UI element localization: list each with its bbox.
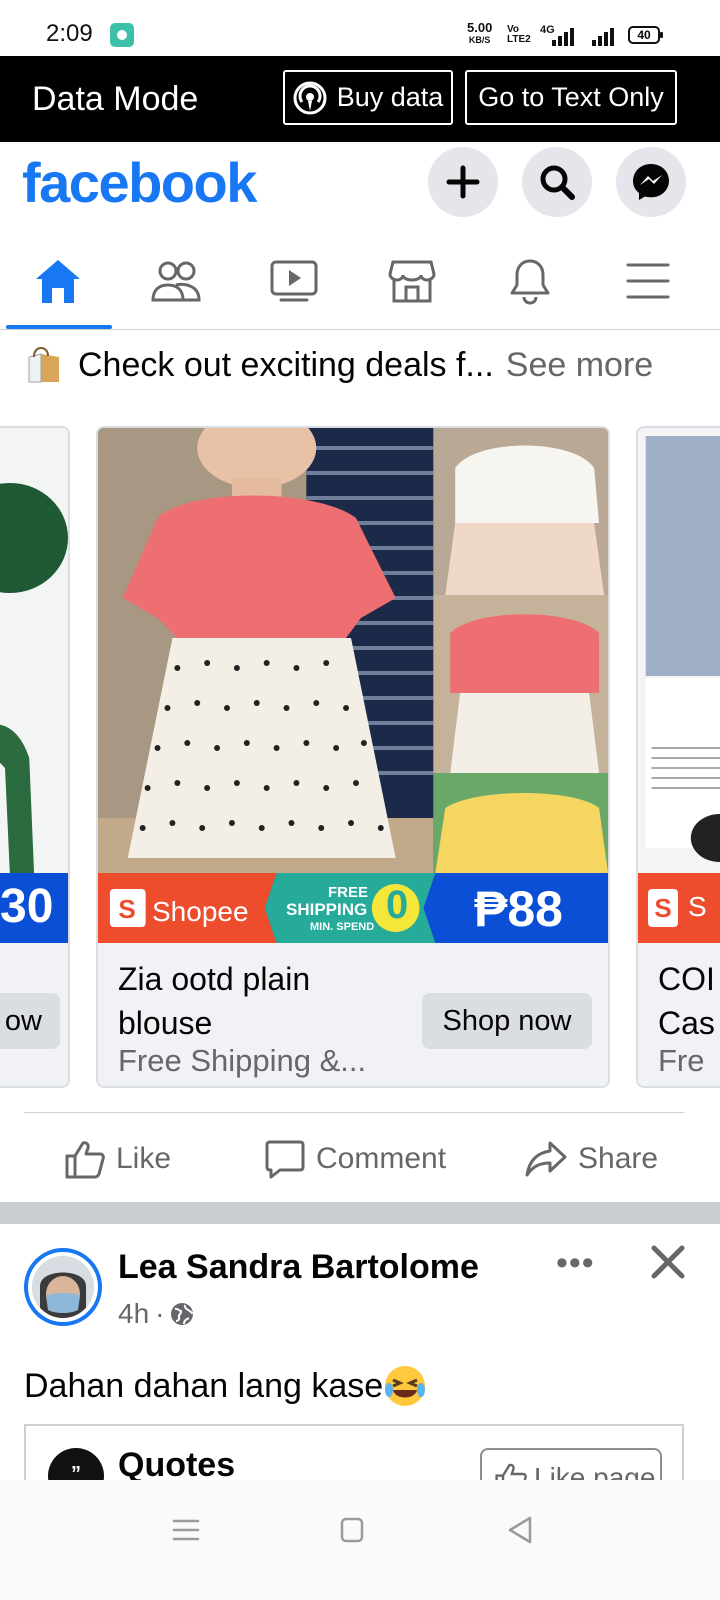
shopee-logo: S: [648, 889, 678, 927]
price-label: ₱88: [474, 881, 563, 937]
home-nav-icon[interactable]: [332, 1510, 372, 1550]
status-bar: 2:09 5.00 KB/S Vo LTE2 4G 40: [0, 0, 720, 56]
plus-icon: [446, 165, 480, 199]
post-time[interactable]: 4h: [118, 1298, 149, 1330]
system-nav-bar: [0, 1480, 720, 1600]
shop-now-label: ow: [4, 1004, 42, 1037]
see-more-link[interactable]: See more: [506, 346, 653, 385]
create-button[interactable]: [428, 147, 498, 217]
shipping-line2: SHIPPING: [286, 900, 368, 919]
post-meta: 4h ·: [118, 1298, 194, 1330]
post-author[interactable]: Lea Sandra Bartolome: [118, 1248, 479, 1287]
tab-marketplace[interactable]: [354, 232, 470, 329]
watch-icon: [270, 260, 318, 301]
globe-icon: [171, 1303, 194, 1325]
avatar[interactable]: [24, 1248, 102, 1326]
friends-icon: [151, 261, 201, 301]
data-mode-title: Data Mode: [32, 80, 199, 118]
feed-separator: [0, 1202, 720, 1224]
card-footer: ow: [0, 943, 68, 1086]
ad-carousel[interactable]: 30 ow S Shopee FREE SHIPPING MIN. SPEND …: [0, 426, 720, 1091]
messenger-icon: [633, 164, 669, 200]
ad-headline: Check out exciting deals f...: [78, 345, 494, 384]
promo-bar: 30: [0, 873, 68, 943]
card-footer: COI Cas Fre: [638, 943, 720, 1086]
broadcast-icon: [293, 81, 327, 114]
signal-icon: [552, 28, 578, 46]
product-subtitle: Free Shipping &...: [118, 1043, 367, 1078]
like-icon: [65, 1141, 105, 1179]
network-speed: 5.00 KB/S: [467, 20, 493, 45]
tab-menu[interactable]: [590, 232, 706, 329]
home-icon: [36, 259, 80, 303]
tab-watch[interactable]: [236, 232, 352, 329]
tab-notifications[interactable]: [472, 232, 588, 329]
tab-friends[interactable]: [118, 232, 234, 329]
comment-icon: [265, 1140, 305, 1179]
product-image: [0, 428, 68, 873]
product-subtitle: Fre: [658, 1043, 705, 1078]
carousel-card-main[interactable]: S Shopee FREE SHIPPING MIN. SPEND 0 ₱88 …: [96, 426, 610, 1088]
comment-button[interactable]: Comment: [264, 1136, 446, 1182]
meta-separator: ·: [155, 1298, 165, 1329]
shopping-bag-icon: [26, 346, 62, 384]
ad-headline-row: Check out exciting deals f... See more: [26, 340, 696, 390]
close-icon[interactable]: [648, 1242, 688, 1282]
shop-now-button[interactable]: Shop now: [422, 993, 592, 1049]
shopee-logo: S: [118, 894, 136, 924]
search-icon: [540, 165, 575, 200]
signal-icon-2: [592, 28, 618, 46]
facebook-logo[interactable]: facebook: [22, 150, 257, 215]
back-icon[interactable]: [500, 1510, 540, 1550]
marketplace-icon: [388, 260, 436, 302]
product-title: COI Cas: [658, 961, 715, 1041]
price-label: 30: [0, 880, 54, 933]
brand-label: S: [688, 891, 707, 922]
buy-data-button[interactable]: Buy data: [283, 70, 453, 125]
bell-icon: [510, 259, 550, 305]
post-text: Dahan dahan lang kase: [24, 1364, 427, 1408]
battery-icon: 40: [628, 26, 663, 44]
product-image: [98, 428, 608, 873]
carousel-card[interactable]: S S COI Cas Fre: [636, 426, 720, 1088]
volte-indicator: Vo LTE2: [507, 24, 531, 45]
product-image: [638, 428, 720, 873]
share-label: Share: [578, 1142, 659, 1175]
main-nav: [0, 232, 720, 330]
recent-apps-icon[interactable]: [166, 1510, 206, 1550]
shipping-line1: FREE: [328, 884, 369, 901]
menu-icon: [626, 263, 670, 298]
data-mode-bar: Data Mode Buy data Go to Text Only: [0, 56, 720, 142]
status-time: 2:09: [46, 20, 93, 47]
share-icon: [525, 1141, 567, 1177]
feed-post: Lea Sandra Bartolome 4h · ••• Dahan daha…: [0, 1224, 720, 1504]
promo-bar: S S: [638, 873, 720, 943]
shop-now-button[interactable]: ow: [0, 993, 60, 1049]
text-only-button[interactable]: Go to Text Only: [465, 70, 677, 125]
share-button[interactable]: Share: [524, 1136, 658, 1182]
like-label: Like: [116, 1142, 172, 1175]
brand-label: Shopee: [152, 896, 249, 927]
carousel-card[interactable]: 30 ow: [0, 426, 70, 1088]
divider: [24, 1112, 684, 1113]
search-button[interactable]: [522, 147, 592, 217]
post-actions: Like Comment Share: [0, 1116, 720, 1202]
laughing-emoji-icon: [385, 1366, 426, 1406]
comment-label: Comment: [316, 1142, 447, 1175]
more-options-button[interactable]: •••: [556, 1244, 595, 1283]
shipping-note: MIN. SPEND: [310, 921, 375, 933]
tab-home[interactable]: [0, 232, 116, 329]
like-button[interactable]: Like: [64, 1136, 171, 1182]
shop-now-label: Shop now: [442, 1004, 572, 1037]
card-footer: Zia ootd plain blouse Free Shipping &...…: [98, 943, 608, 1086]
app-notification-icon: [110, 23, 134, 47]
app-header: facebook: [0, 142, 720, 232]
text-only-label: Go to Text Only: [478, 82, 664, 112]
shipping-value: 0: [386, 883, 409, 927]
product-title: Zia ootd plain blouse: [118, 961, 311, 1041]
buy-data-label: Buy data: [336, 82, 444, 112]
messenger-button[interactable]: [616, 147, 686, 217]
